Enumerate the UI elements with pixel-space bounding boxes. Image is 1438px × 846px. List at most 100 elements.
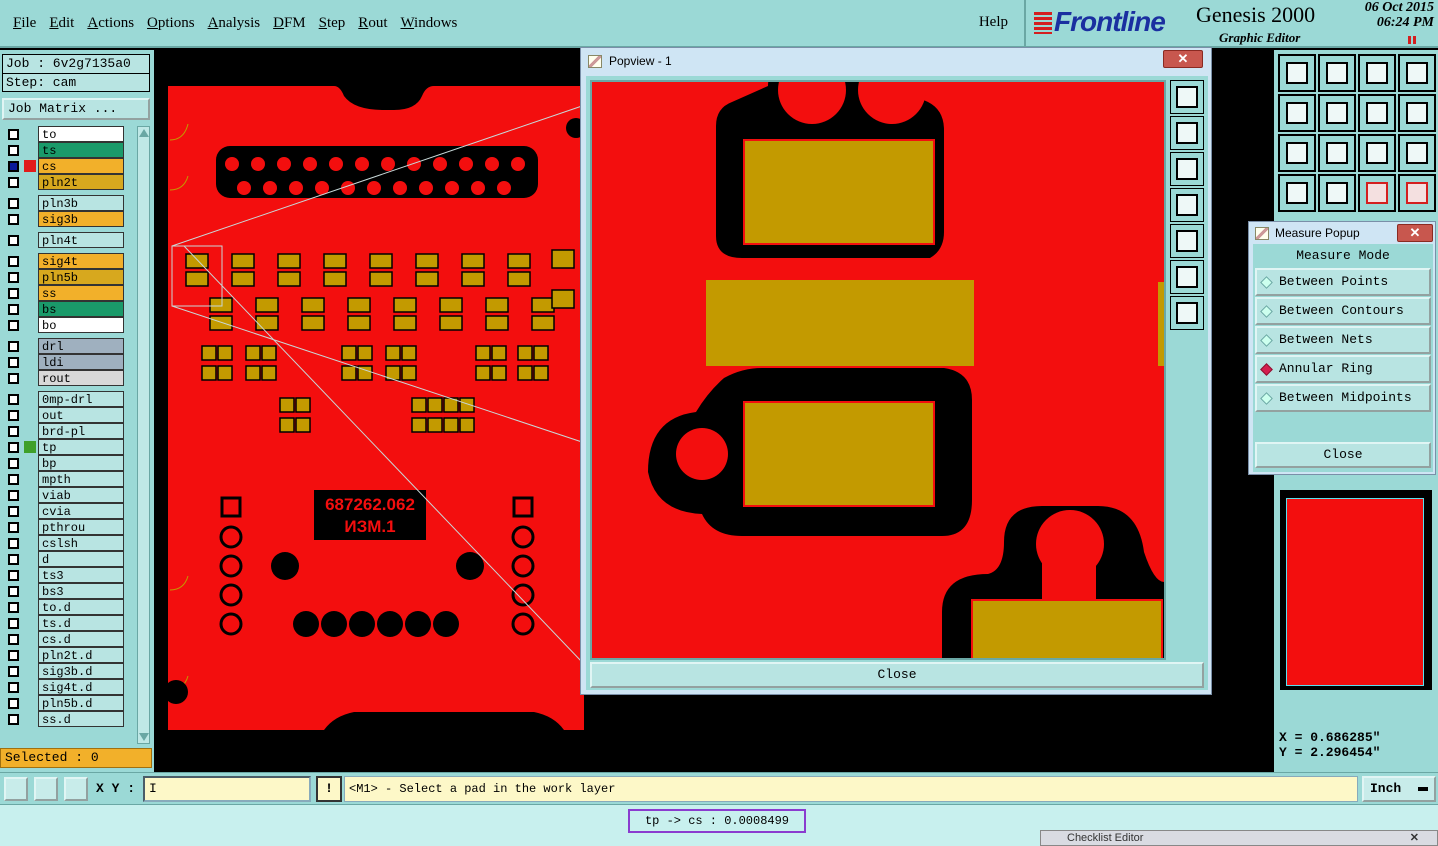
layer-name[interactable]: bs <box>38 301 124 317</box>
layer-row-ss[interactable]: ss <box>2 285 136 301</box>
layer-name[interactable]: pln2t.d <box>38 647 124 663</box>
layer-name[interactable]: bo <box>38 317 124 333</box>
layer-name[interactable]: bs3 <box>38 583 124 599</box>
layers-tool-button[interactable] <box>1358 54 1396 92</box>
layer-row-rout[interactable]: rout <box>2 370 136 386</box>
popview-canvas[interactable] <box>590 80 1166 660</box>
layer-name[interactable]: ts <box>38 142 124 158</box>
layer-checkbox[interactable] <box>8 235 19 246</box>
layer-name[interactable]: ts3 <box>38 567 124 583</box>
menu-dfm[interactable]: DFM <box>273 15 306 32</box>
layer-row-ts[interactable]: ts <box>2 142 136 158</box>
popview-close-x-button[interactable]: ✕ <box>1163 50 1203 68</box>
layer-row-pln4t[interactable]: pln4t <box>2 232 136 248</box>
layer-checkbox[interactable] <box>8 618 19 629</box>
layer-checkbox[interactable] <box>8 288 19 299</box>
pad-1[interactable] <box>743 139 935 245</box>
layer-checkbox[interactable] <box>8 304 19 315</box>
layer-row-ts.d[interactable]: ts.d <box>2 615 136 631</box>
window-tool-button[interactable] <box>1398 54 1436 92</box>
layer-checkbox[interactable] <box>8 394 19 405</box>
fit-tool-button[interactable] <box>1278 134 1316 172</box>
layer-checkbox[interactable] <box>8 506 19 517</box>
layer-checkbox[interactable] <box>8 272 19 283</box>
layer-name[interactable]: cslsh <box>38 535 124 551</box>
pad-tool-button[interactable] <box>1318 174 1356 212</box>
layer-name[interactable]: sig3b.d <box>38 663 124 679</box>
layer-name[interactable]: pln5b <box>38 269 124 285</box>
menu-options[interactable]: Options <box>147 15 195 32</box>
layer-name[interactable]: pln4t <box>38 232 124 248</box>
layer-name[interactable]: to.d <box>38 599 124 615</box>
select-tool-button[interactable] <box>4 777 28 801</box>
layer-name[interactable]: out <box>38 407 124 423</box>
layer-row-sig4t[interactable]: sig4t <box>2 253 136 269</box>
netlist-alt-tool-button[interactable] <box>1398 174 1436 212</box>
layer-row-pln2t[interactable]: pln2t <box>2 174 136 190</box>
checklist-editor-window[interactable]: Checklist Editor ✕ <box>1040 830 1438 846</box>
layer-checkbox[interactable] <box>8 129 19 140</box>
measure-close-x-button[interactable]: ✕ <box>1397 224 1433 242</box>
layer-name[interactable]: mpth <box>38 471 124 487</box>
layer-name[interactable]: cvia <box>38 503 124 519</box>
layer-row-drl[interactable]: drl <box>2 338 136 354</box>
pad-3[interactable] <box>743 401 935 507</box>
home-tool-button[interactable] <box>1278 54 1316 92</box>
layer-checkbox[interactable] <box>8 650 19 661</box>
layer-name[interactable]: pln2t <box>38 174 124 190</box>
layer-row-cs.d[interactable]: cs.d <box>2 631 136 647</box>
layer-checkbox[interactable] <box>8 586 19 597</box>
layer-row-cslsh[interactable]: cslsh <box>2 535 136 551</box>
layer-row-pln5b[interactable]: pln5b <box>2 269 136 285</box>
layer-name[interactable]: d <box>38 551 124 567</box>
layer-name[interactable]: pln5b.d <box>38 695 124 711</box>
menu-help[interactable]: Help <box>979 14 1008 31</box>
layer-checkbox[interactable] <box>8 410 19 421</box>
layer-name[interactable]: to <box>38 126 124 142</box>
layer-row-pthrou[interactable]: pthrou <box>2 519 136 535</box>
layer-row-cs[interactable]: cs <box>2 158 136 174</box>
layer-name[interactable]: cs.d <box>38 631 124 647</box>
layer-name[interactable]: 0mp-drl <box>38 391 124 407</box>
layer-scrollbar[interactable] <box>137 126 150 744</box>
layer-row-bs[interactable]: bs <box>2 301 136 317</box>
menu-analysis[interactable]: Analysis <box>208 15 261 32</box>
layer-name[interactable]: ss <box>38 285 124 301</box>
layer-row-sig3b.d[interactable]: sig3b.d <box>2 663 136 679</box>
layer-name[interactable]: ss.d <box>38 711 124 727</box>
layer-checkbox[interactable] <box>8 256 19 267</box>
layer-name[interactable]: sig3b <box>38 211 124 227</box>
save-tool-button[interactable] <box>1318 54 1356 92</box>
overview-map[interactable] <box>1280 490 1432 690</box>
menu-actions[interactable]: Actions <box>87 15 134 32</box>
layer-row-viab[interactable]: viab <box>2 487 136 503</box>
popview-close-button[interactable]: Close <box>590 662 1204 688</box>
scroll-up-icon[interactable] <box>139 129 149 137</box>
popview-expand-button[interactable] <box>1170 260 1204 294</box>
layer-checkbox[interactable] <box>8 426 19 437</box>
layer-name[interactable]: cs <box>38 158 124 174</box>
popview-zoom-in-button[interactable] <box>1170 116 1204 150</box>
measure-option-between-nets[interactable]: Between Nets <box>1255 326 1431 354</box>
layer-checkbox[interactable] <box>8 682 19 693</box>
layer-name[interactable]: pthrou <box>38 519 124 535</box>
layer-checkbox[interactable] <box>8 474 19 485</box>
layer-checkbox[interactable] <box>8 602 19 613</box>
layer-name[interactable]: viab <box>38 487 124 503</box>
layer-checkbox[interactable] <box>8 214 19 225</box>
pad-2[interactable] <box>706 280 974 366</box>
layer-row-ts3[interactable]: ts3 <box>2 567 136 583</box>
layer-row-out[interactable]: out <box>2 407 136 423</box>
layer-name[interactable]: ts.d <box>38 615 124 631</box>
layer-color-swatch[interactable] <box>24 160 36 172</box>
snake-tool-button[interactable] <box>1398 94 1436 132</box>
xy-input[interactable]: I <box>143 776 311 802</box>
units-select[interactable]: Inch <box>1362 776 1436 802</box>
layer-name[interactable]: pln3b <box>38 195 124 211</box>
layer-checkbox[interactable] <box>8 666 19 677</box>
layer-checkbox[interactable] <box>8 458 19 469</box>
layer-name[interactable]: bp <box>38 455 124 471</box>
layer-row-bo[interactable]: bo <box>2 317 136 333</box>
layer-checkbox[interactable] <box>8 490 19 501</box>
measure-option-between-midpoints[interactable]: Between Midpoints <box>1255 384 1431 412</box>
